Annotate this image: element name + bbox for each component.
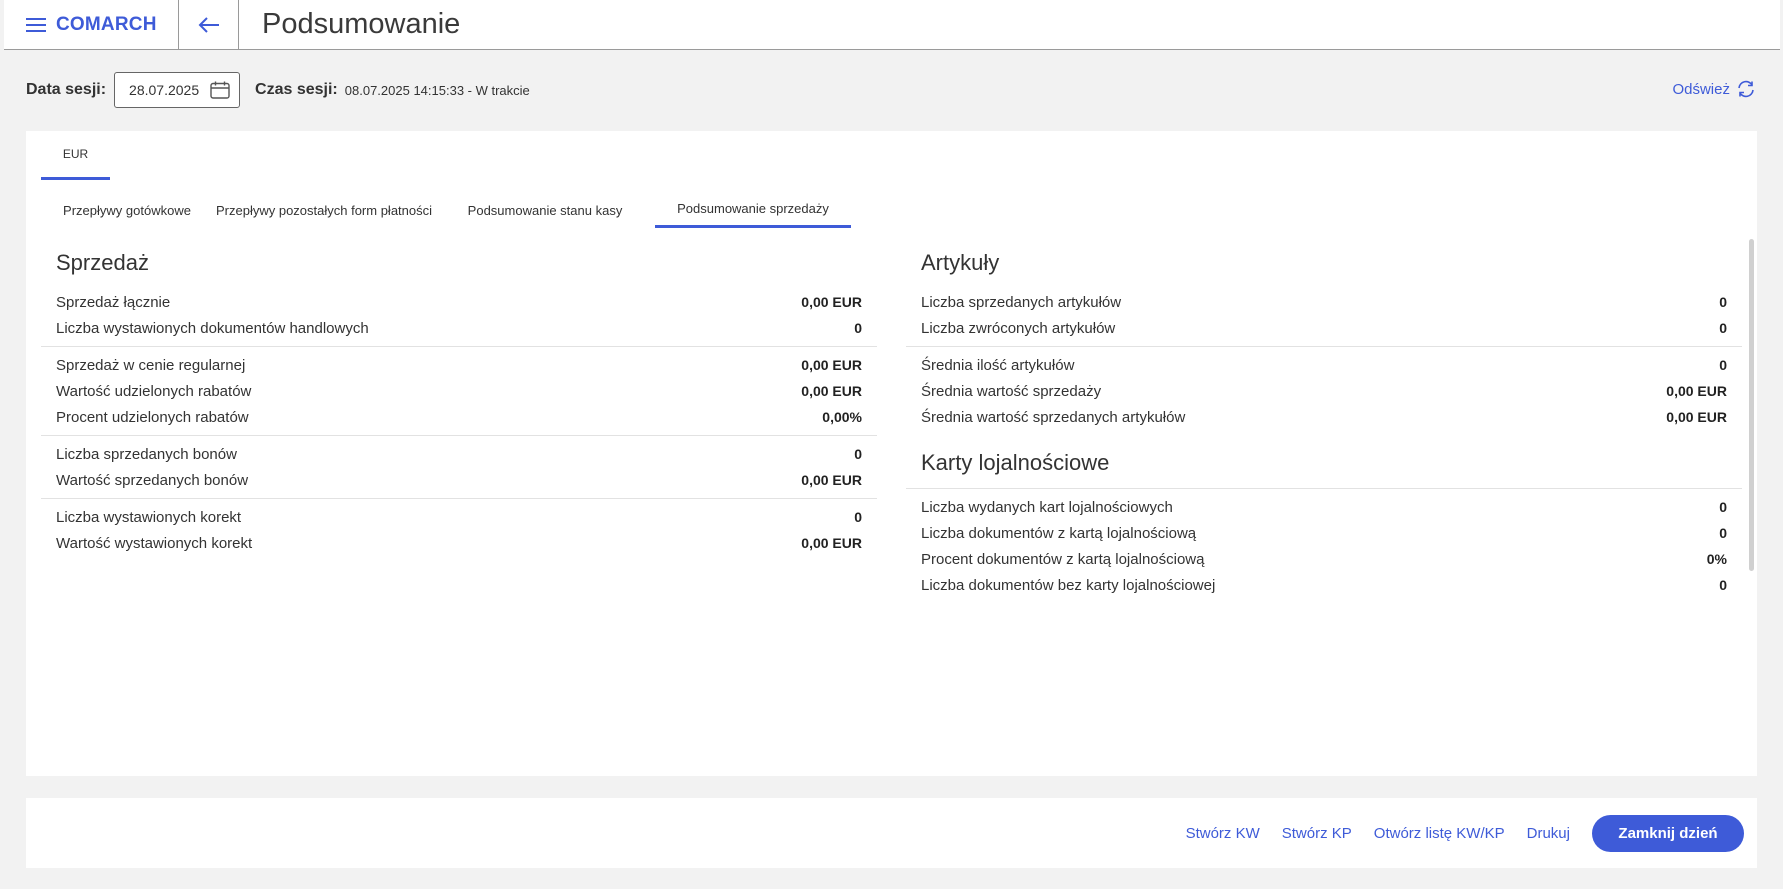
row-value: 0,00 EUR (801, 294, 862, 310)
row-value: 0,00 EUR (1666, 409, 1727, 425)
list-item: Procent dokumentów z kartą lojalnościową… (906, 546, 1742, 572)
row-value: 0 (1719, 499, 1727, 515)
row-label: Liczba sprzedanych artykułów (921, 293, 1122, 311)
row-value: 0 (1719, 525, 1727, 541)
session-time-value: 08.07.2025 14:15:33 - W trakcie (344, 82, 530, 98)
row-label: Średnia wartość sprzedanych artykułów (921, 408, 1186, 426)
row-label: Średnia ilość artykułów (921, 356, 1075, 374)
row-value: 0% (1706, 551, 1727, 567)
calendar-icon[interactable] (210, 81, 230, 99)
list-item: Procent udzielonych rabatów 0,00% (41, 404, 877, 430)
row-label: Liczba dokumentów z kartą lojalnościową (921, 524, 1197, 542)
row-label: Liczba wydanych kart lojalnościowych (921, 498, 1173, 516)
session-time-label: Czas sesji: (255, 81, 338, 98)
loyalty-group: Liczba wydanych kart lojalnościowych 0 Li… (906, 489, 1742, 603)
sales-group: Liczba wystawionych korekt 0 Wartość wyst… (41, 499, 877, 561)
page-title: Podsumowanie (262, 8, 461, 40)
refresh-button[interactable]: Odśwież (1672, 80, 1756, 98)
row-value: 0 (1719, 320, 1727, 336)
list-item: Wartość udzielonych rabatów 0,00 EUR (41, 378, 877, 404)
sales-group: Sprzedaż łącznie 0,00 EUR Liczba wystawio… (41, 284, 877, 347)
row-label: Sprzedaż w cenie regularnej (56, 356, 246, 374)
tab-currency-eur[interactable]: EUR (41, 131, 110, 180)
hamburger-menu-icon[interactable] (26, 17, 46, 33)
row-label: Liczba dokumentów bez karty lojalnościow… (921, 576, 1216, 594)
row-label: Procent udzielonych rabatów (56, 408, 249, 426)
list-item: Sprzedaż łącznie 0,00 EUR (41, 289, 877, 315)
articles-group: Średnia ilość artykułów 0 Średnia wartość… (906, 347, 1742, 435)
create-kp-button[interactable]: Stwórz KP (1282, 825, 1352, 842)
list-item: Liczba dokumentów bez karty lojalnościow… (906, 572, 1742, 598)
sales-group: Liczba sprzedanych bonów 0 Wartość sprzed… (41, 436, 877, 499)
row-value: 0 (1719, 357, 1727, 373)
row-value: 0,00 EUR (801, 535, 862, 551)
list-item: Liczba sprzedanych artykułów 0 (906, 289, 1742, 315)
loyalty-title: Karty lojalnościowe (906, 441, 1742, 489)
list-item: Sprzedaż w cenie regularnej 0,00 EUR (41, 352, 877, 378)
row-value: 0,00% (822, 409, 862, 425)
row-value: 0,00 EUR (801, 383, 862, 399)
brand-area: COMARCH (4, 0, 179, 50)
list-item: Liczba wystawionych dokumentów handlowyc… (41, 315, 877, 341)
row-label: Liczba zwróconych artykułów (921, 319, 1116, 337)
list-item: Liczba dokumentów z kartą lojalnościową 0 (906, 520, 1742, 546)
tab-other-payment-flows[interactable]: Przepływy pozostałych form płatności (213, 192, 435, 228)
list-item: Średnia wartość sprzedanych artykułów 0,0… (906, 404, 1742, 430)
back-button[interactable] (179, 0, 239, 50)
list-item: Liczba sprzedanych bonów 0 (41, 441, 877, 467)
vertical-scrollbar[interactable] (1749, 239, 1754, 571)
arrow-left-icon (198, 16, 219, 33)
articles-group: Liczba sprzedanych artykułów 0 Liczba zwr… (906, 284, 1742, 347)
tab-cash-flows[interactable]: Przepływy gotówkowe (41, 192, 213, 228)
row-label: Wartość udzielonych rabatów (56, 382, 252, 400)
summary-card: EUR Przepływy gotówkowe Przepływy pozost… (26, 131, 1757, 776)
refresh-icon (1738, 80, 1754, 98)
row-value: 0 (1719, 294, 1727, 310)
list-item: Wartość sprzedanych bonów 0,00 EUR (41, 467, 877, 493)
brand-logo: COMARCH (56, 13, 157, 35)
row-value: 0 (854, 446, 862, 462)
list-item: Liczba wydanych kart lojalnościowych 0 (906, 494, 1742, 520)
list-item: Średnia ilość artykułów 0 (906, 352, 1742, 378)
app-header: COMARCH Podsumowanie (4, 0, 1780, 50)
articles-title: Artykuły (921, 250, 1000, 275)
list-item: Wartość wystawionych korekt 0,00 EUR (41, 530, 877, 556)
row-value: 0,00 EUR (801, 472, 862, 488)
row-label: Średnia wartość sprzedaży (921, 382, 1102, 400)
action-footer: Stwórz KW Stwórz KP Otwórz listę KW/KP D… (26, 798, 1757, 868)
row-label: Liczba sprzedanych bonów (56, 445, 237, 463)
refresh-label: Odśwież (1672, 80, 1730, 98)
list-item: Średnia wartość sprzedaży 0,00 EUR (906, 378, 1742, 404)
create-kw-button[interactable]: Stwórz KW (1186, 825, 1260, 842)
list-item: Liczba zwróconych artykułów 0 (906, 315, 1742, 341)
open-kw-kp-list-button[interactable]: Otwórz listę KW/KP (1374, 825, 1505, 842)
list-item: Liczba wystawionych korekt 0 (41, 504, 877, 530)
close-day-button[interactable]: Zamknij dzień (1592, 814, 1744, 852)
tab-sales-summary[interactable]: Podsumowanie sprzedaży (655, 192, 851, 228)
row-value: 0 (854, 509, 862, 525)
tab-cash-register-summary[interactable]: Podsumowanie stanu kasy (435, 192, 655, 228)
row-label: Wartość sprzedanych bonów (56, 471, 249, 489)
session-date-field[interactable]: 28.07.2025 (114, 72, 241, 108)
session-date-label: Data sesji: (26, 81, 107, 98)
row-value: 0 (854, 320, 862, 336)
row-label: Procent dokumentów z kartą lojalnościową (921, 550, 1205, 568)
row-label: Liczba wystawionych korekt (56, 508, 242, 526)
sales-section: Sprzedaż Sprzedaż łącznie 0,00 EUR Liczba… (41, 242, 877, 561)
row-value: 0,00 EUR (1666, 383, 1727, 399)
sales-group: Sprzedaż w cenie regularnej 0,00 EUR Wart… (41, 347, 877, 436)
row-label: Wartość wystawionych korekt (56, 534, 253, 552)
session-bar: Data sesji: 28.07.2025 Czas sesji: 08.07… (26, 72, 530, 108)
sales-title: Sprzedaż (56, 250, 149, 275)
summary-tabs: Przepływy gotówkowe Przepływy pozostałyc… (41, 192, 851, 228)
session-date-value: 28.07.2025 (129, 82, 200, 98)
row-label: Sprzedaż łącznie (56, 293, 171, 311)
row-value: 0,00 EUR (801, 357, 862, 373)
row-label: Liczba wystawionych dokumentów handlowyc… (56, 319, 369, 337)
row-value: 0 (1719, 577, 1727, 593)
articles-section: Artykuły Liczba sprzedanych artykułów 0 L… (906, 242, 1742, 603)
print-button[interactable]: Drukuj (1527, 825, 1570, 842)
